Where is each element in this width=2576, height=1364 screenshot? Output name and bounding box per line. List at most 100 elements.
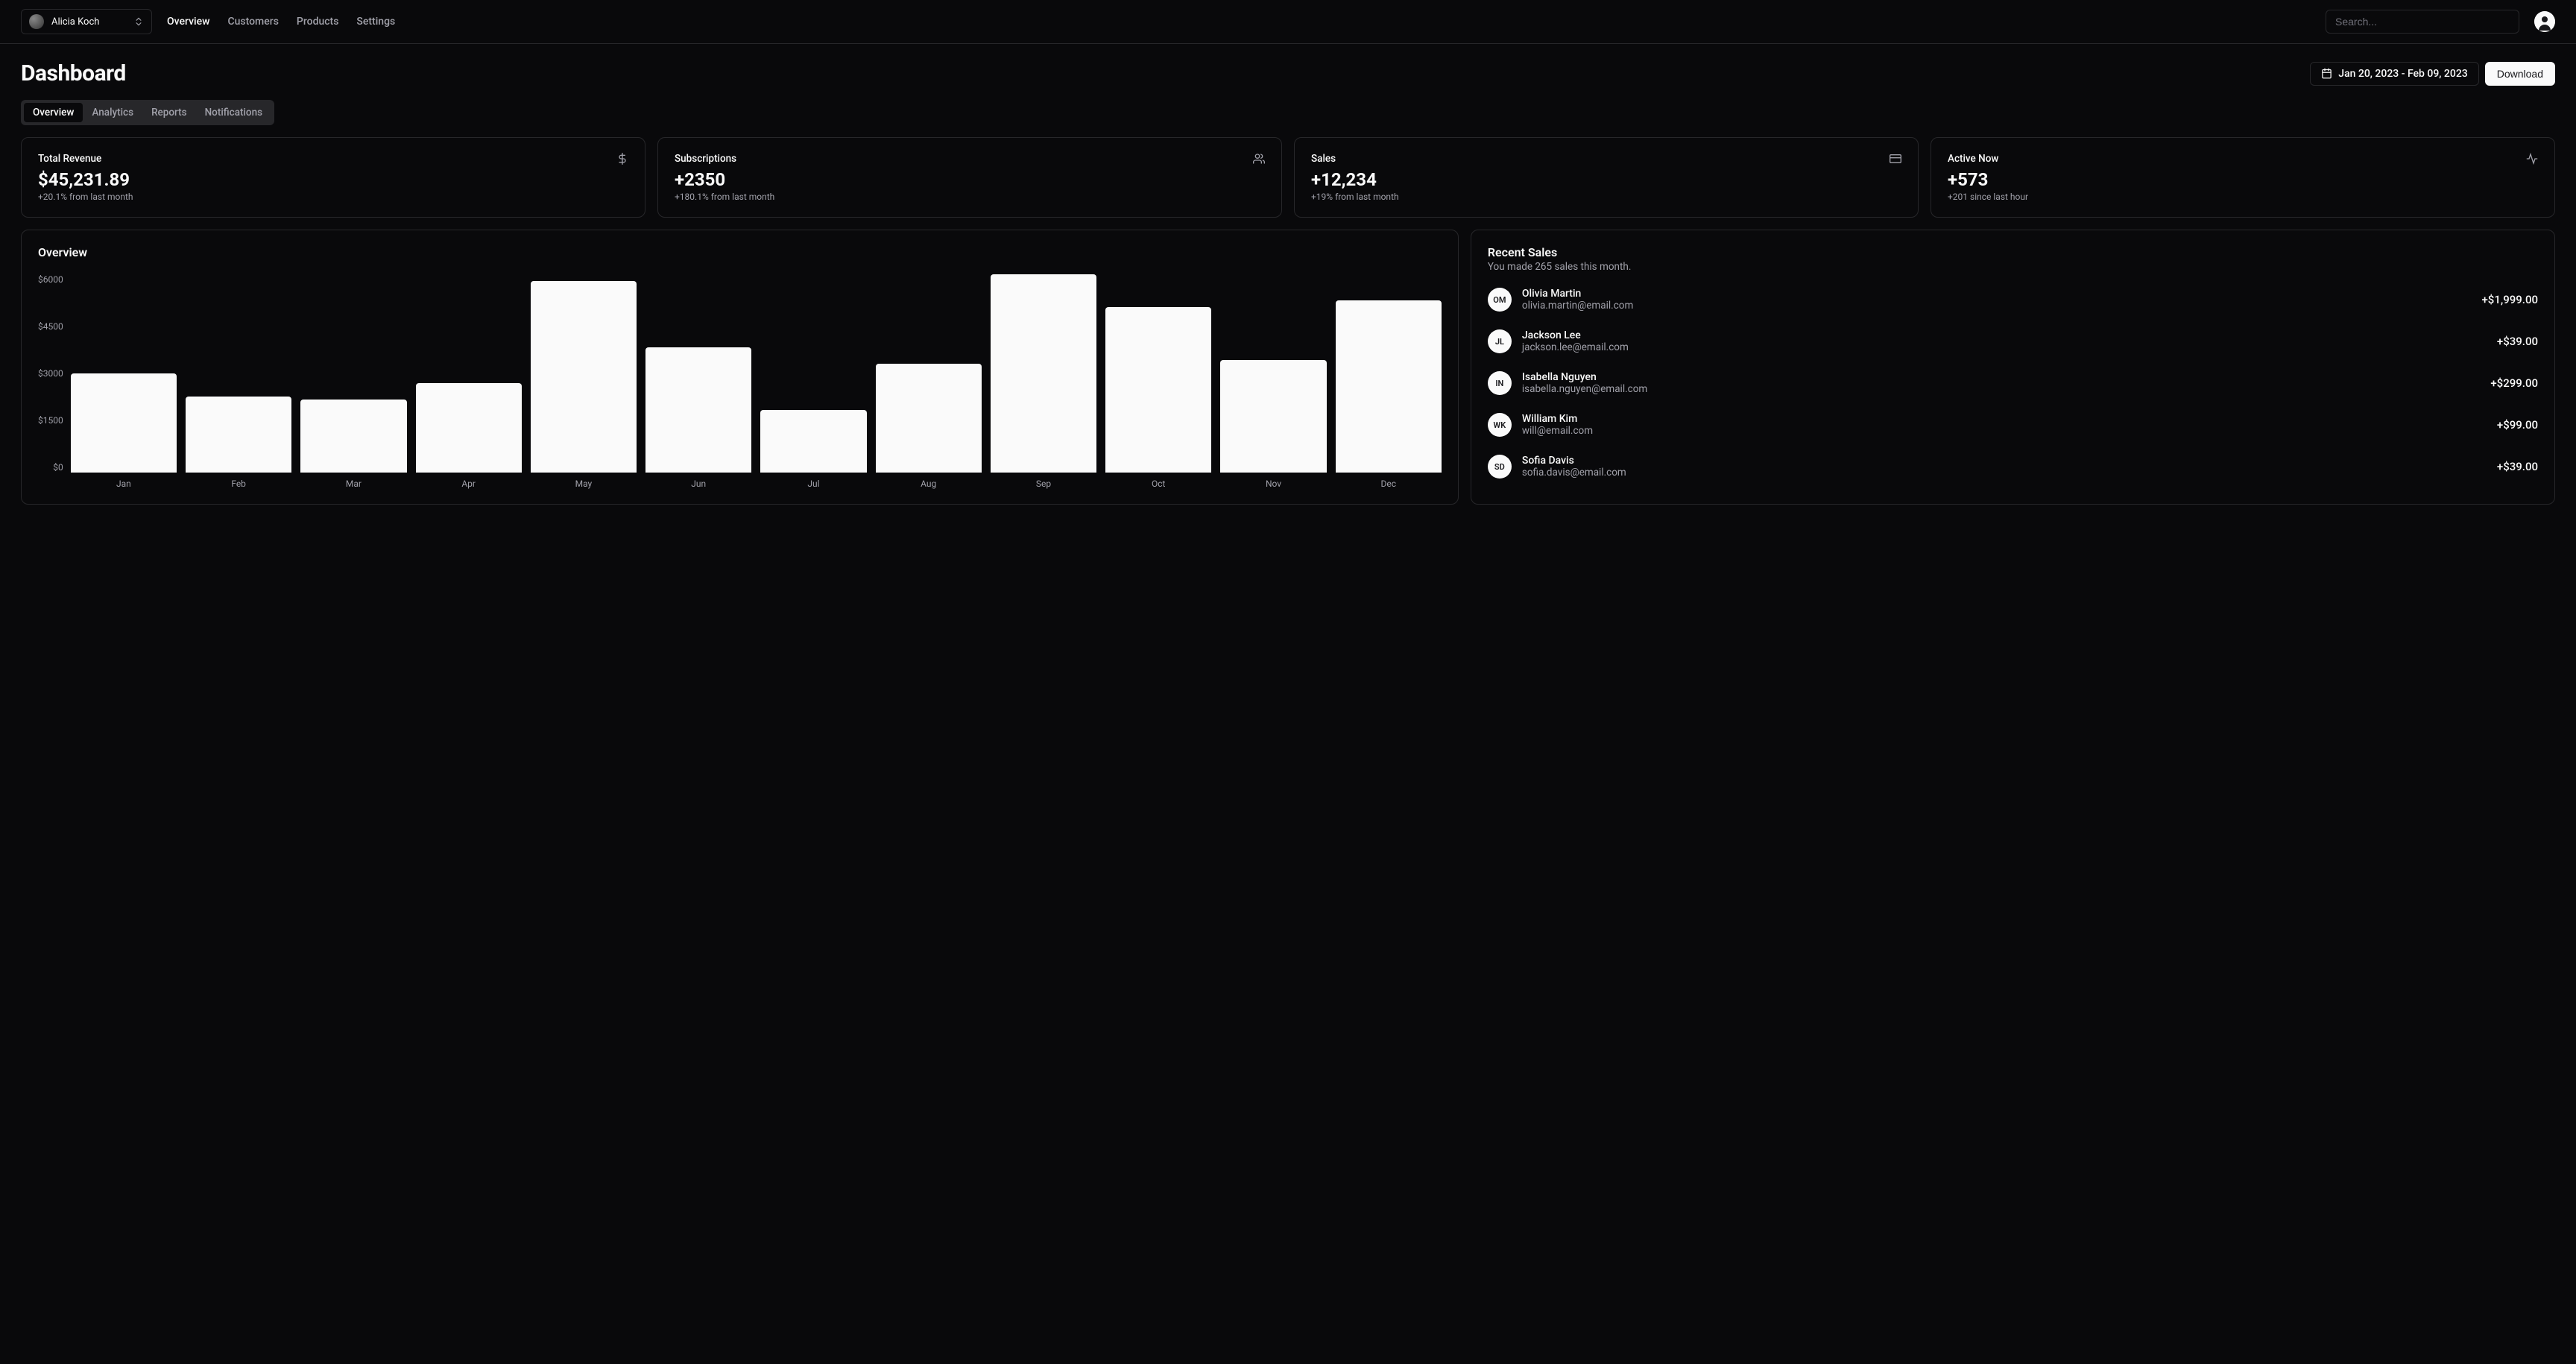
y-tick: $6000 [38,274,63,285]
stat-delta: +180.1% from last month [675,192,1265,202]
stat-delta: +20.1% from last month [38,192,628,202]
stat-label: Active Now [1948,153,1998,165]
x-tick: Feb [186,479,291,489]
users-icon [1253,153,1265,165]
stat-card: Active Now +573 +201 since last hour [1931,137,2555,218]
stat-delta: +201 since last hour [1948,192,2538,202]
chart-bar [991,274,1096,473]
date-range-picker[interactable]: Jan 20, 2023 - Feb 09, 2023 [2310,62,2478,86]
sale-name: Sofia Davis [1522,455,2487,467]
user-avatar[interactable] [2534,11,2555,32]
sale-amount: +$299.00 [2490,376,2538,390]
nav-item-products[interactable]: Products [297,16,339,28]
date-range-label: Jan 20, 2023 - Feb 09, 2023 [2338,68,2467,80]
x-tick: Apr [416,479,522,489]
sale-email: jackson.lee@email.com [1522,341,2487,353]
x-tick: Jul [760,479,866,489]
avatar: OM [1488,288,1512,312]
stat-card: Subscriptions +2350 +180.1% from last mont… [657,137,1282,218]
chart-y-axis: $6000 $4500 $3000 $1500 $0 [38,274,71,473]
sale-row: WK William Kimwill@email.com +$99.00 [1488,413,2538,437]
recent-sales-title: Recent Sales [1488,245,2538,259]
y-tick: $3000 [38,368,63,379]
chart-bar [71,373,177,473]
avatar: IN [1488,371,1512,395]
stat-label: Sales [1311,153,1336,165]
chart-bar [876,364,982,473]
x-tick: Jun [645,479,751,489]
x-tick: Jan [71,479,177,489]
stat-value: +2350 [675,169,1265,190]
chart-bar [645,347,751,473]
stat-value: +12,234 [1311,169,1901,190]
sale-amount: +$1,999.00 [2481,293,2538,306]
sale-name: Olivia Martin [1522,288,2472,300]
recent-sales-subtitle: You made 265 sales this month. [1488,261,2538,273]
sale-amount: +$39.00 [2497,460,2538,473]
chart-bar [416,383,522,473]
overview-chart-title: Overview [38,245,1442,259]
sale-name: Jackson Lee [1522,329,2487,341]
chart-bar [186,397,291,473]
overview-chart-card: Overview $6000$4500$3000$1500$0 JanFebMa… [21,230,1459,505]
stat-label: Subscriptions [675,153,736,165]
team-switcher[interactable]: Alicia Koch [21,9,152,34]
sale-row: JL Jackson Leejackson.lee@email.com +$39.0… [1488,329,2538,353]
search-input[interactable] [2326,10,2519,34]
card-icon [1890,153,1901,165]
sale-email: olivia.martin@email.com [1522,300,2472,312]
nav-item-customers[interactable]: Customers [227,16,278,28]
stat-label: Total Revenue [38,153,101,165]
page-title: Dashboard [21,60,126,86]
nav-item-overview[interactable]: Overview [167,16,209,28]
chart-bar [1105,307,1211,473]
avatar: SD [1488,455,1512,479]
sale-email: isabella.nguyen@email.com [1522,383,2480,395]
chart-bars [71,274,1442,473]
tab-reports[interactable]: Reports [142,103,196,122]
chart-bar [760,410,866,473]
x-tick: Nov [1220,479,1326,489]
sale-row: OM Olivia Martinolivia.martin@email.com +$… [1488,288,2538,312]
chart-bar [1336,300,1442,473]
sale-name: William Kim [1522,413,2487,425]
stat-value: $45,231.89 [38,169,628,190]
stat-card: Sales +12,234 +19% from last month [1294,137,1919,218]
chevron-updown-icon [133,16,144,27]
main-nav: Overview Customers Products Settings [167,16,395,28]
x-tick: Oct [1105,479,1211,489]
recent-sales-card: Recent Sales You made 265 sales this mon… [1471,230,2555,505]
sale-amount: +$99.00 [2497,418,2538,432]
download-button[interactable]: Download [2485,62,2555,86]
chart-x-axis: JanFebMarAprMayJunJulAugSepOctNovDec [71,479,1442,489]
x-tick: Dec [1336,479,1442,489]
activity-icon [2526,153,2538,165]
stat-card: Total Revenue $45,231.89 +20.1% from last … [21,137,645,218]
sale-row: IN Isabella Nguyenisabella.nguyen@email.c… [1488,371,2538,395]
x-tick: Aug [876,479,982,489]
calendar-icon [2321,68,2332,79]
sale-email: will@email.com [1522,425,2487,437]
y-tick: $4500 [38,321,63,332]
avatar: JL [1488,329,1512,353]
chart-bar [1220,360,1326,473]
sale-amount: +$39.00 [2497,335,2538,348]
team-avatar [29,14,44,29]
y-tick: $0 [53,462,63,473]
dollar-icon [616,153,628,165]
x-tick: Sep [991,479,1096,489]
chart-bar [531,281,637,473]
tab-notifications[interactable]: Notifications [196,103,271,122]
tab-overview[interactable]: Overview [24,103,83,122]
sale-row: SD Sofia Davissofia.davis@email.com +$39.0… [1488,455,2538,479]
sale-email: sofia.davis@email.com [1522,467,2487,479]
stat-value: +573 [1948,169,2538,190]
avatar: WK [1488,413,1512,437]
team-name: Alicia Koch [51,16,126,28]
tab-analytics[interactable]: Analytics [83,103,142,122]
sale-name: Isabella Nguyen [1522,371,2480,383]
nav-item-settings[interactable]: Settings [356,16,395,28]
stat-delta: +19% from last month [1311,192,1901,202]
y-tick: $1500 [38,415,63,426]
dashboard-tabs: OverviewAnalyticsReportsNotifications [21,100,274,125]
